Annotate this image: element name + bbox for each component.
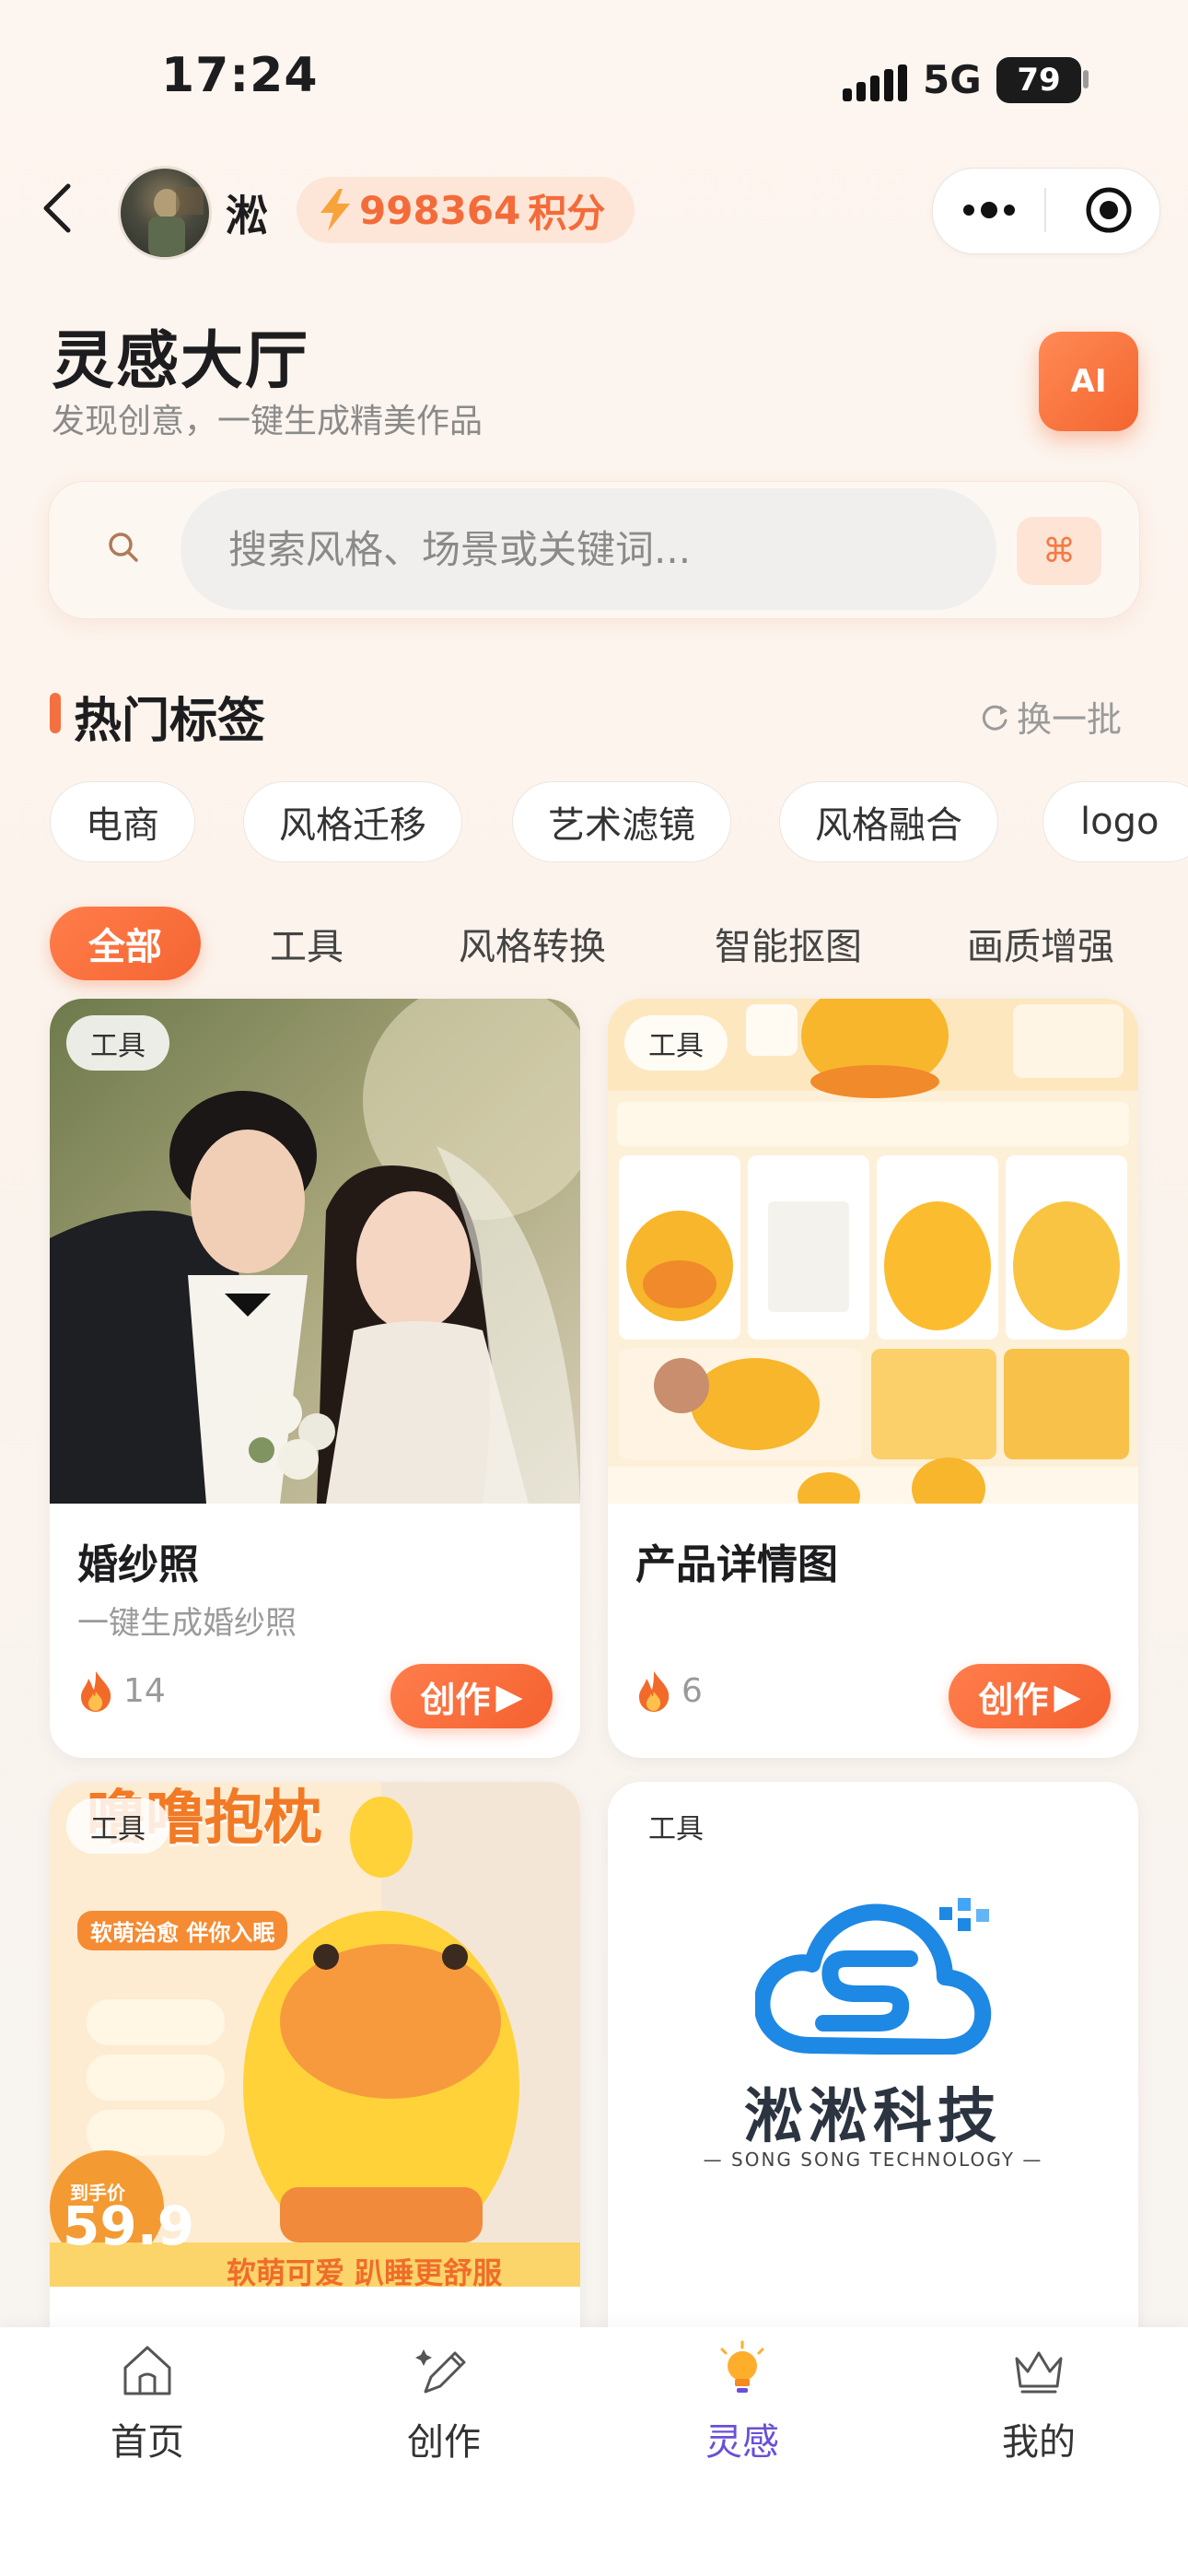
refresh-label: 换一批 <box>1017 699 1123 740</box>
tab-all[interactable]: 全部 <box>50 907 201 980</box>
tab-quality-enhance[interactable]: 画质增强 <box>949 907 1133 980</box>
home-icon <box>123 2346 171 2395</box>
capsule-divider <box>1044 188 1046 232</box>
network-type: 5G <box>923 57 982 102</box>
nav-mine[interactable]: 我的 <box>947 2340 1131 2465</box>
tab-style-convert[interactable]: 风格转换 <box>440 907 624 980</box>
card-image: 工具 <box>608 999 1138 1504</box>
target-icon[interactable] <box>1085 186 1133 234</box>
card-badge: 工具 <box>624 1798 728 1854</box>
tag-logo[interactable]: logo <box>1042 781 1188 862</box>
product-detail-image <box>608 999 1138 1504</box>
wedding-photo-image <box>50 999 580 1504</box>
card-product-detail[interactable]: 工具 产品详情图 6 创作 ▶ <box>608 999 1138 1758</box>
card-description: 一键生成婚纱照 <box>77 1605 297 1642</box>
tag-ecommerce[interactable]: 电商 <box>50 781 195 862</box>
command-button[interactable]: ⌘ <box>1017 517 1101 585</box>
battery-cap <box>1083 70 1089 88</box>
nav-label: 创作 <box>407 2421 481 2464</box>
heat-value: 6 <box>681 1671 703 1710</box>
hot-tags-title: 热门标签 <box>74 694 266 749</box>
nav-label: 我的 <box>1002 2421 1076 2464</box>
heat-count: 6 <box>635 1669 703 1712</box>
card-image: 工具 <box>50 999 580 1504</box>
battery-indicator: 79 <box>996 57 1081 103</box>
nav-label: 灵感 <box>705 2421 779 2464</box>
points-value: 998364 <box>359 187 521 233</box>
heat-value: 14 <box>123 1671 166 1710</box>
card-badge: 工具 <box>66 1798 169 1854</box>
page-subtitle: 发现创意，一键生成精美作品 <box>52 403 483 440</box>
tab-tools[interactable]: 工具 <box>247 907 367 980</box>
crown-icon <box>1015 2351 1063 2394</box>
card-image: 淞淞科技 — SONG SONG TECHNOLOGY — 工具 <box>608 1782 1138 2287</box>
points-unit: 积分 <box>528 190 606 236</box>
play-triangle-icon: ▶ <box>495 1676 523 1716</box>
card-image: 噜噜抱枕 软萌治愈 伴你入眠 到手价 59.9 软萌可爱 趴睡更舒服 工具 <box>50 1782 580 2287</box>
points-badge[interactable]: 998364 积分 <box>297 177 635 243</box>
avatar[interactable] <box>118 166 212 260</box>
create-label: 创作 <box>420 1679 491 1720</box>
create-button[interactable]: 创作 ▶ <box>390 1664 553 1728</box>
back-arrow-icon[interactable] <box>39 182 76 234</box>
poster-price: 59.9 <box>63 2195 195 2257</box>
tag-art-filter[interactable]: 艺术滤镜 <box>512 781 731 862</box>
more-dots-icon[interactable] <box>960 193 1019 227</box>
username: 淞 <box>226 191 268 240</box>
status-time: 17:24 <box>161 48 319 103</box>
poster-tagline: 软萌治愈 伴你入眠 <box>77 1911 288 1950</box>
nav-home[interactable]: 首页 <box>55 2340 239 2465</box>
nav-label: 首页 <box>111 2421 184 2464</box>
avatar-figure-icon <box>148 187 204 257</box>
search-icon <box>109 533 138 562</box>
section-accent-bar <box>50 693 61 733</box>
tab-smart-cutout[interactable]: 智能抠图 <box>696 907 880 980</box>
tag-logo-clip: logo <box>1042 781 1188 862</box>
create-button[interactable]: 创作 ▶ <box>949 1664 1111 1728</box>
card-title: 产品详情图 <box>635 1541 838 1588</box>
heat-count: 14 <box>77 1669 166 1712</box>
battery-level: 79 <box>1017 62 1061 99</box>
card-badge: 工具 <box>66 1015 169 1071</box>
lightbulb-icon <box>720 2340 764 2393</box>
brand-english: — SONG SONG TECHNOLOGY — <box>703 2149 1043 2171</box>
card-wedding-photo[interactable]: 工具 婚纱照 一键生成婚纱照 14 创作 ▶ <box>50 999 580 1758</box>
tag-style-transfer[interactable]: 风格迁移 <box>243 781 462 862</box>
search-input[interactable] <box>181 488 996 610</box>
card-badge: 工具 <box>624 1015 728 1071</box>
nav-inspiration[interactable]: 灵感 <box>650 2340 834 2465</box>
fire-icon <box>639 1671 670 1712</box>
tag-style-fusion[interactable]: 风格融合 <box>779 781 998 862</box>
signal-icon <box>843 64 907 101</box>
refresh-icon <box>982 705 1007 731</box>
cloud-logo-icon <box>755 1898 992 2055</box>
fire-icon <box>81 1671 111 1712</box>
ai-button[interactable]: AI <box>1039 332 1138 431</box>
brand-name: 淞淞科技 <box>744 2083 1002 2151</box>
nav-create[interactable]: 创作 <box>352 2340 536 2465</box>
lightning-icon <box>320 189 350 231</box>
play-triangle-icon: ▶ <box>1054 1676 1081 1716</box>
poster-slogan: 软萌可爱 趴睡更舒服 <box>227 2255 503 2287</box>
create-label: 创作 <box>978 1679 1049 1720</box>
refresh-button[interactable]: 换一批 <box>978 691 1122 742</box>
page-title: 灵感大厅 <box>52 325 310 398</box>
card-title: 婚纱照 <box>77 1541 199 1588</box>
pencil-icon <box>415 2349 466 2394</box>
